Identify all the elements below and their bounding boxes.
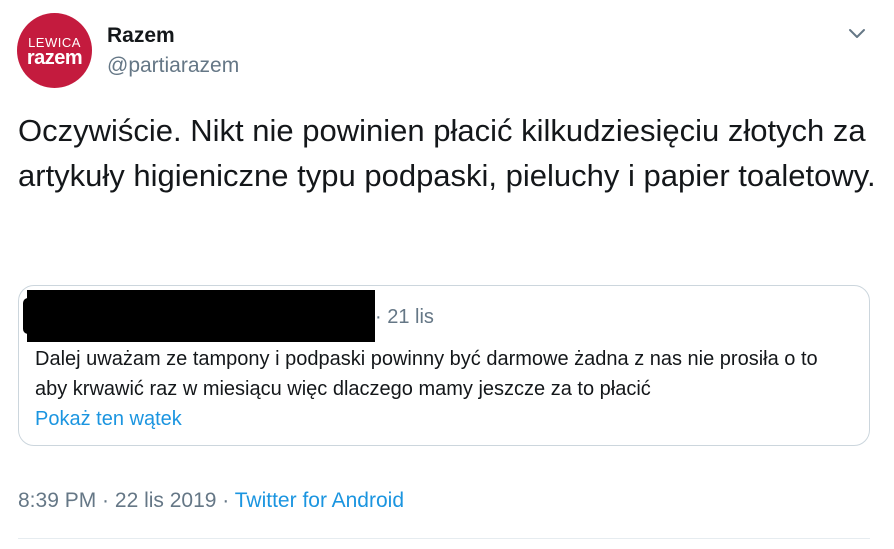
divider (18, 538, 870, 539)
quoted-tweet-text: Dalej uważam ze tampony i podpaski powin… (35, 348, 818, 400)
quoted-tweet[interactable]: · 21 lis Dalej uważam ze tampony i podpa… (18, 285, 870, 446)
avatar[interactable]: LEWICA razem (17, 13, 92, 88)
meta-separator: · (96, 489, 115, 512)
avatar-logo-bottom: razem (26, 47, 83, 69)
meta-separator: · (216, 489, 235, 512)
tweet-date[interactable]: 22 lis 2019 (115, 489, 217, 512)
redacted-author (23, 290, 375, 342)
show-thread-link[interactable]: Pokaż ten wątek (35, 408, 182, 431)
tweet: LEWICA razem Razem @partiarazem Oczywiśc… (0, 0, 894, 549)
author-handle[interactable]: @partiarazem (107, 54, 239, 78)
author-display-name[interactable]: Razem (107, 24, 175, 48)
quoted-tweet-date: · 21 lis (375, 306, 434, 328)
tweet-meta: 8:39 PM · 22 lis 2019 · Twitter for Andr… (18, 489, 404, 513)
tweet-time[interactable]: 8:39 PM (18, 489, 96, 512)
tweet-text: Oczywiście. Nikt nie powinien płacić kil… (18, 113, 876, 193)
tweet-source-app[interactable]: Twitter for Android (235, 489, 404, 512)
chevron-down-icon[interactable] (846, 22, 868, 44)
